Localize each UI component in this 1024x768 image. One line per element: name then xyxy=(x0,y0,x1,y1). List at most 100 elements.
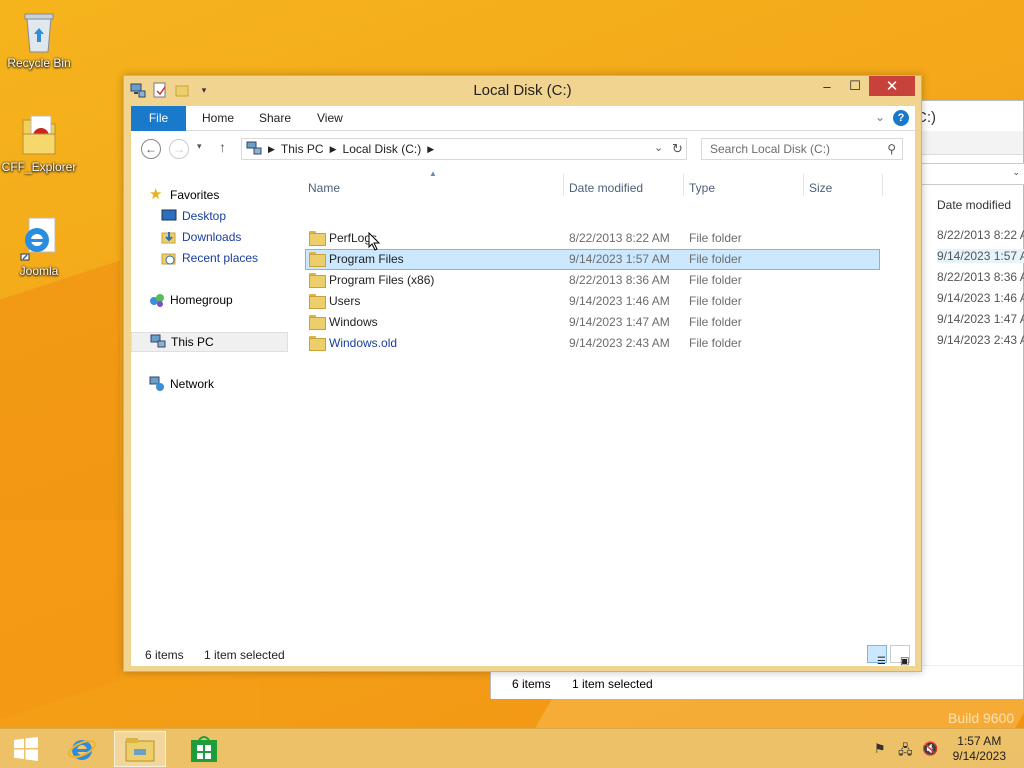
search-input[interactable]: Search Local Disk (C:) ⚲ xyxy=(701,138,903,160)
breadcrumb-separator-icon[interactable]: ▶ xyxy=(330,144,337,155)
volume-muted-icon[interactable]: 🔇 xyxy=(922,741,938,757)
internet-explorer-icon xyxy=(19,216,59,261)
tab-file[interactable]: File xyxy=(131,106,186,131)
file-row[interactable]: Users 9/14/2023 1:46 AM File folder xyxy=(305,291,880,312)
desktop-icon-cff-explorer[interactable]: CFF_Explorer xyxy=(1,112,77,174)
tab-home[interactable]: Home xyxy=(188,106,248,131)
tab-view[interactable]: View xyxy=(303,106,357,131)
explorer-window[interactable]: ▾ Local Disk (C:) – ☐ ✕ File Home Share … xyxy=(123,75,922,672)
file-row-selected[interactable]: Program Files 9/14/2023 1:57 AM File fol… xyxy=(305,249,880,270)
window-title: Local Disk (C:) xyxy=(473,82,572,99)
background-column-date-modified[interactable]: Date modified xyxy=(937,198,1011,212)
file-date: 9/14/2023 1:47 AM xyxy=(569,315,670,329)
desktop-icon-recycle-bin[interactable]: Recycle Bin xyxy=(1,8,77,70)
nav-item-this-pc[interactable]: This PC xyxy=(131,332,288,352)
file-row[interactable]: Program Files (x86) 8/22/2013 8:36 AM Fi… xyxy=(305,270,880,291)
address-dropdown-icon[interactable]: ⌄ xyxy=(654,141,663,154)
minimize-button[interactable]: – xyxy=(813,76,841,96)
this-pc-icon xyxy=(246,141,262,158)
network-status-icon[interactable]: 🖧 xyxy=(898,741,913,763)
column-header-date-modified[interactable]: Date modified xyxy=(569,181,643,195)
file-row[interactable]: PerfLogs 8/22/2013 8:22 AM File folder xyxy=(305,228,880,249)
arrow-left-icon: ← xyxy=(145,142,157,156)
network-icon xyxy=(149,376,165,392)
recycle-bin-icon xyxy=(19,8,59,53)
forward-button[interactable]: → xyxy=(169,139,189,159)
file-type: File folder xyxy=(689,252,742,266)
file-name: Program Files (x86) xyxy=(329,273,435,287)
folder-icon xyxy=(309,294,326,309)
star-icon: ★ xyxy=(149,186,163,203)
nav-item-recent-places[interactable]: Recent places xyxy=(161,249,258,267)
nav-item-downloads[interactable]: Downloads xyxy=(161,228,241,246)
nav-label: Favorites xyxy=(170,188,220,202)
folder-icon xyxy=(309,336,326,351)
folder-icon xyxy=(309,252,326,267)
windows-logo-icon xyxy=(14,737,38,761)
help-button[interactable]: ? xyxy=(893,110,909,126)
folder-icon xyxy=(309,273,326,288)
build-watermark: Build 9600 xyxy=(948,710,1015,726)
recent-locations-dropdown-icon[interactable]: ▾ xyxy=(197,141,202,152)
status-bar: 6 items 1 item selected ☰ ▣ xyxy=(131,640,915,667)
mouse-cursor-icon xyxy=(368,232,381,251)
column-divider[interactable] xyxy=(803,174,804,196)
start-button[interactable] xyxy=(0,731,52,767)
desktop-icon-joomla[interactable]: Joomla xyxy=(1,216,77,278)
background-row-date: 9/14/2023 1:57 A xyxy=(937,249,1024,263)
up-button[interactable]: ↑ xyxy=(219,139,226,155)
tab-share[interactable]: Share xyxy=(245,106,305,131)
breadcrumb-separator-icon[interactable]: ▶ xyxy=(427,144,434,155)
system-clock[interactable]: 1:57 AM 9/14/2023 xyxy=(953,734,1006,764)
maximize-button[interactable]: ☐ xyxy=(841,76,869,96)
column-header-name[interactable]: Name xyxy=(308,181,340,195)
nav-label: Downloads xyxy=(182,230,242,244)
background-window-address[interactable]: ⌄ xyxy=(921,163,1024,185)
file-name: Users xyxy=(329,294,361,308)
internet-explorer-icon xyxy=(68,739,96,760)
breadcrumb-this-pc[interactable]: This PC xyxy=(281,142,324,156)
column-divider[interactable] xyxy=(563,174,564,196)
address-bar[interactable]: ▶ This PC ▶ Local Disk (C:) ▶ ⌄ ↻ xyxy=(241,138,687,160)
file-row[interactable]: Windows.old 9/14/2023 2:43 AM File folde… xyxy=(305,333,880,354)
cff-explorer-icon xyxy=(19,112,59,156)
nav-item-desktop[interactable]: Desktop xyxy=(161,207,226,225)
nav-item-homegroup[interactable]: Homegroup xyxy=(149,291,233,309)
search-icon[interactable]: ⚲ xyxy=(887,139,896,159)
file-type: File folder xyxy=(689,231,742,245)
close-button[interactable]: ✕ xyxy=(869,76,915,96)
background-row-date: 9/14/2023 1:46 A xyxy=(937,291,1024,305)
this-pc-icon xyxy=(150,334,166,350)
details-view-button[interactable]: ☰ xyxy=(867,645,887,667)
desktop-icon-label: Recycle Bin xyxy=(7,56,71,70)
search-placeholder: Search Local Disk (C:) xyxy=(710,142,831,156)
large-icons-view-icon: ▣ xyxy=(900,656,910,667)
folder-icon xyxy=(309,231,326,246)
large-icons-view-button[interactable]: ▣ xyxy=(890,645,910,667)
refresh-icon[interactable]: ↻ xyxy=(672,141,683,157)
taskbar-store[interactable] xyxy=(178,731,230,767)
file-type: File folder xyxy=(689,336,742,350)
back-button[interactable]: ← xyxy=(141,139,161,159)
file-name: Program Files xyxy=(329,252,404,266)
column-divider[interactable] xyxy=(882,174,883,196)
nav-item-favorites[interactable]: ★ Favorites xyxy=(149,186,219,204)
file-date: 8/22/2013 8:36 AM xyxy=(569,273,670,287)
downloads-icon xyxy=(161,229,177,245)
column-divider[interactable] xyxy=(683,174,684,196)
breadcrumb-separator-icon[interactable]: ▶ xyxy=(268,144,275,155)
column-header-type[interactable]: Type xyxy=(689,181,715,195)
taskbar-file-explorer[interactable] xyxy=(114,731,166,767)
column-header-size[interactable]: Size xyxy=(809,181,832,195)
expand-ribbon-chevron-icon[interactable]: ⌄ xyxy=(875,110,885,124)
title-bar[interactable]: ▾ Local Disk (C:) – ☐ ✕ xyxy=(124,76,921,106)
file-row[interactable]: Windows 9/14/2023 1:47 AM File folder xyxy=(305,312,880,333)
action-center-flag-icon[interactable]: ⚑ xyxy=(874,741,886,757)
taskbar-internet-explorer[interactable] xyxy=(56,731,108,767)
details-view-icon: ☰ xyxy=(877,656,886,667)
nav-label: Network xyxy=(170,377,215,391)
homegroup-icon xyxy=(149,292,165,308)
desktop-icon-label: Joomla xyxy=(19,264,59,278)
breadcrumb-local-disk[interactable]: Local Disk (C:) xyxy=(343,142,422,156)
nav-item-network[interactable]: Network xyxy=(149,375,214,393)
